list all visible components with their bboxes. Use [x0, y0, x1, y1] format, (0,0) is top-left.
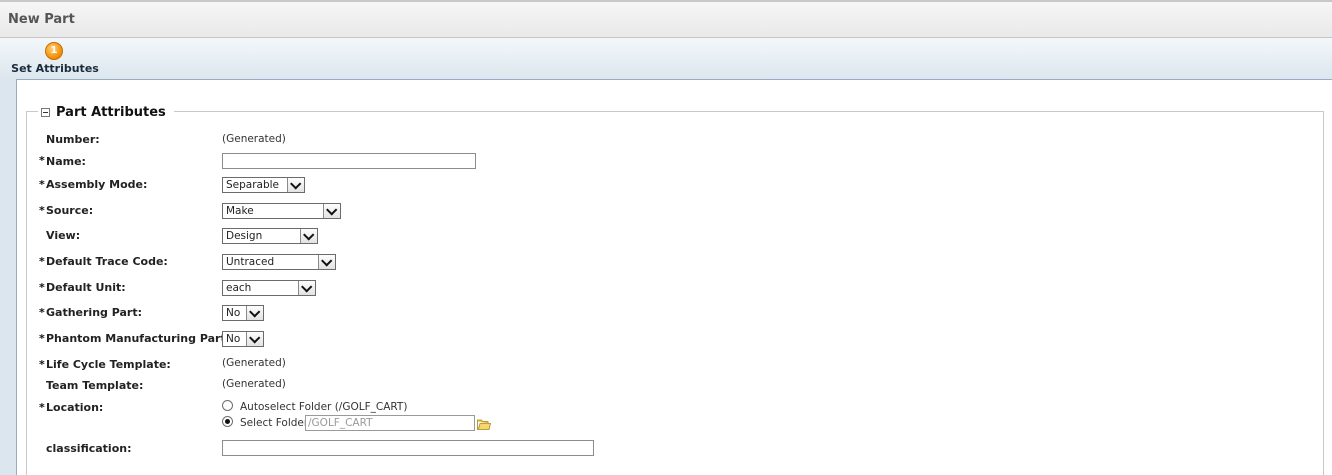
location-label: Location:: [46, 401, 104, 414]
chevron-down-icon[interactable]: [246, 306, 263, 320]
required-marker: *: [39, 154, 45, 167]
assembly-mode-value: Separable: [226, 179, 280, 191]
chevron-down-icon[interactable]: [287, 178, 304, 192]
default-unit-value: each: [226, 282, 252, 294]
collapse-minus-icon[interactable]: [41, 107, 50, 117]
autoselect-folder-label[interactable]: Autoselect Folder (/GOLF_CART): [240, 401, 407, 413]
wizard-step-set-attributes[interactable]: 1 Set Attributes: [10, 41, 100, 81]
life-cycle-template-value: (Generated): [222, 357, 286, 369]
chevron-down-icon[interactable]: [318, 255, 335, 269]
window-titlebar: New Part: [0, 0, 1332, 38]
row-life-cycle-template: * Life Cycle Template: (Generated): [0, 357, 1332, 377]
required-marker: *: [39, 281, 45, 294]
default-unit-select[interactable]: each: [222, 280, 316, 296]
required-marker: *: [39, 306, 45, 319]
row-location: * Location:: [0, 400, 1332, 420]
chevron-down-icon[interactable]: [300, 229, 317, 243]
phantom-manufacturing-part-value: No: [226, 333, 241, 345]
view-select[interactable]: Design: [222, 228, 318, 244]
phantom-manufacturing-part-label: Phantom Manufacturing Part:: [46, 332, 231, 345]
row-team-template: Team Template: (Generated): [0, 378, 1332, 398]
row-classification: classification:: [0, 440, 1332, 460]
select-folder-radio[interactable]: [222, 416, 233, 427]
assembly-mode-label: Assembly Mode:: [46, 178, 148, 191]
row-default-unit: * Default Unit: each: [0, 280, 1332, 300]
phantom-manufacturing-part-select[interactable]: No: [222, 331, 264, 347]
gathering-part-label: Gathering Part:: [46, 306, 143, 319]
row-source: * Source: Make: [0, 203, 1332, 223]
source-value: Make: [226, 205, 254, 217]
row-view: View: Design: [0, 228, 1332, 248]
required-marker: *: [39, 332, 45, 345]
number-label: Number:: [46, 133, 100, 146]
default-trace-code-select[interactable]: Untraced: [222, 254, 336, 270]
chevron-down-icon[interactable]: [246, 332, 263, 346]
row-name: * Name:: [0, 153, 1332, 173]
view-value: Design: [226, 230, 263, 242]
row-gathering-part: * Gathering Part: No: [0, 305, 1332, 325]
required-marker: *: [39, 204, 45, 217]
gathering-part-select[interactable]: No: [222, 305, 264, 321]
required-marker: *: [39, 178, 45, 191]
chevron-down-icon[interactable]: [298, 281, 315, 295]
chevron-down-icon[interactable]: [323, 204, 340, 218]
step-label: Set Attributes: [11, 62, 99, 75]
default-trace-code-value: Untraced: [226, 256, 275, 268]
life-cycle-template-label: Life Cycle Template:: [46, 358, 171, 371]
select-folder-label[interactable]: Select Folder: [240, 417, 308, 429]
view-label: View:: [46, 229, 81, 242]
name-label: Name:: [46, 155, 86, 168]
row-number: Number: (Generated): [0, 132, 1332, 152]
assembly-mode-select[interactable]: Separable: [222, 177, 305, 193]
source-select[interactable]: Make: [222, 203, 341, 219]
required-marker: *: [39, 255, 45, 268]
section-title: Part Attributes: [56, 104, 166, 120]
autoselect-folder-radio[interactable]: [222, 400, 233, 411]
gathering-part-value: No: [226, 307, 241, 319]
name-input[interactable]: [222, 153, 476, 169]
window-title: New Part: [8, 12, 75, 27]
default-trace-code-label: Default Trace Code:: [46, 255, 168, 268]
row-default-trace-code: * Default Trace Code: Untraced: [0, 254, 1332, 274]
classification-label: classification:: [46, 442, 132, 455]
folder-path-input[interactable]: /GOLF_CART: [305, 415, 475, 431]
source-label: Source:: [46, 204, 94, 217]
classification-input[interactable]: [222, 440, 594, 456]
required-marker: *: [39, 401, 45, 414]
team-template-label: Team Template:: [46, 379, 144, 392]
row-phantom-manufacturing-part: * Phantom Manufacturing Part: No: [0, 331, 1332, 351]
section-header[interactable]: Part Attributes: [38, 103, 174, 121]
step-badge-icon: 1: [45, 42, 63, 60]
team-template-value: (Generated): [222, 378, 286, 390]
required-marker: *: [39, 358, 45, 371]
default-unit-label: Default Unit:: [46, 281, 126, 294]
number-value: (Generated): [222, 133, 286, 145]
row-assembly-mode: * Assembly Mode: Separable: [0, 177, 1332, 197]
folder-browse-icon[interactable]: [477, 419, 491, 430]
